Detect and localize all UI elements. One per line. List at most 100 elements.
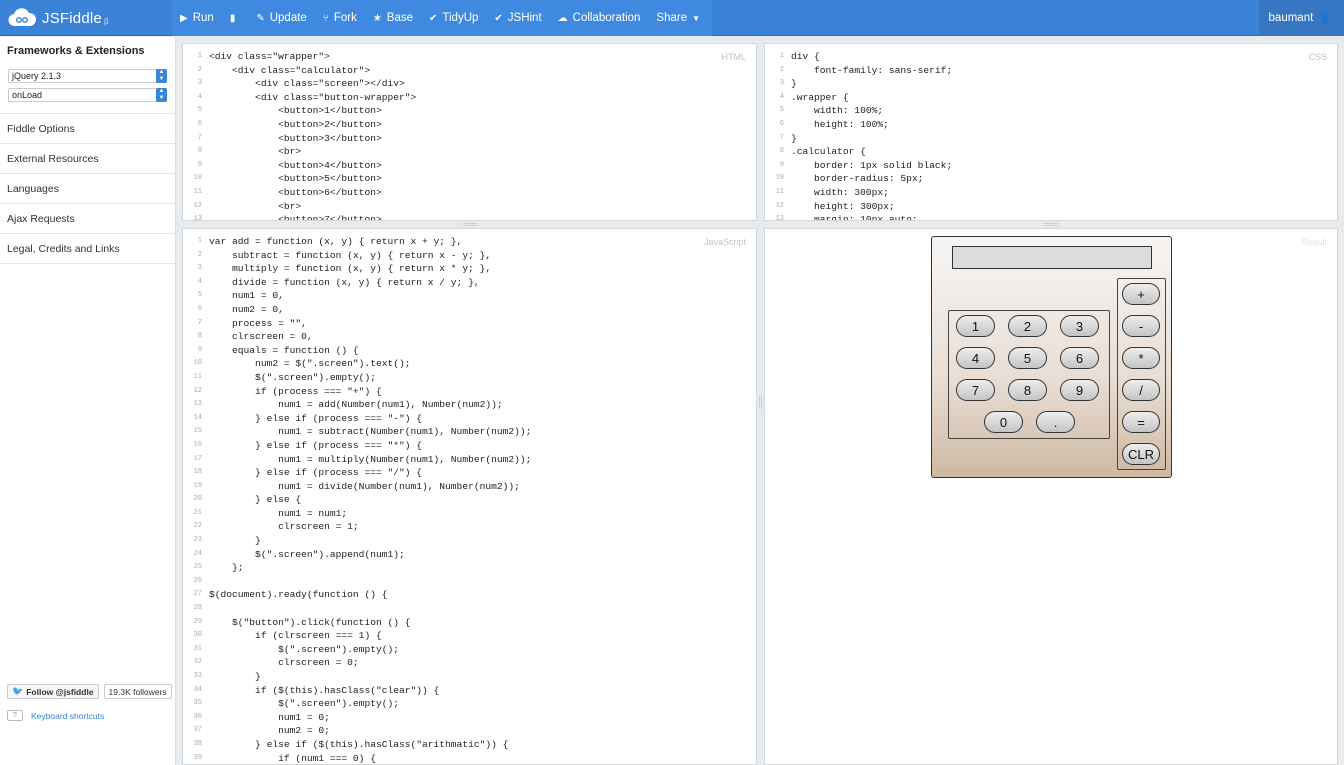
- user-menu[interactable]: baumant 👤: [1258, 0, 1344, 36]
- calc-operator-key[interactable]: CLR: [1122, 443, 1160, 465]
- calc-key[interactable]: 8: [1008, 379, 1047, 401]
- code-line[interactable]: 7 <button>3</button>: [183, 132, 756, 146]
- html-editor-panel[interactable]: 1 <div class="wrapper"> 2 <div class="calc…: [182, 43, 757, 221]
- calc-key[interactable]: 0: [984, 411, 1023, 433]
- horizontal-resize-handle[interactable]: [1044, 223, 1058, 226]
- css-editor-panel[interactable]: 1 div {2 font-family: sans-serif; 3} 4 .wrap…: [764, 43, 1338, 221]
- calc-operator-key[interactable]: =: [1122, 411, 1160, 433]
- code-line[interactable]: 4 divide = function (x, y) { return x / …: [183, 276, 756, 290]
- calc-key[interactable]: 6: [1060, 347, 1099, 369]
- code-line[interactable]: 14 } else if (process === "-") {: [183, 412, 756, 426]
- css-code[interactable]: 1 div {2 font-family: sans-serif; 3} 4 .wrap…: [765, 50, 1337, 220]
- share-button[interactable]: Share ▼: [648, 0, 712, 36]
- code-line[interactable]: 8 <br>: [183, 145, 756, 159]
- code-line[interactable]: 32 clrscreen = 0;: [183, 656, 756, 670]
- calc-key[interactable]: 4: [956, 347, 995, 369]
- base-button[interactable]: ★ Base: [365, 0, 421, 36]
- code-line[interactable]: 3 <div class="screen"></div>: [183, 77, 756, 91]
- code-line[interactable]: 17 num1 = multiply(Number(num1), Number(…: [183, 453, 756, 467]
- horizontal-resize-handle[interactable]: [463, 223, 477, 226]
- code-line[interactable]: 10 <button>5</button>: [183, 172, 756, 186]
- calc-key[interactable]: 5: [1008, 347, 1047, 369]
- code-line[interactable]: 20 } else {: [183, 493, 756, 507]
- code-line[interactable]: 4 .wrapper {: [765, 91, 1337, 105]
- calc-key[interactable]: .: [1036, 411, 1075, 433]
- jsfiddle-logo[interactable]: JSFiddle β: [8, 6, 109, 30]
- code-line[interactable]: 3}: [765, 77, 1337, 91]
- run-button[interactable]: ▶ Run: [172, 0, 222, 36]
- load-type-select[interactable]: onLoad ▲ ▼: [8, 88, 167, 102]
- code-line[interactable]: 11 width: 300px;: [765, 186, 1337, 200]
- code-line[interactable]: 9 <button>4</button>: [183, 159, 756, 173]
- code-line[interactable]: 27 $(document).ready(function () {: [183, 588, 756, 602]
- code-line[interactable]: 16 } else if (process === "*") {: [183, 439, 756, 453]
- code-line[interactable]: 5 width: 100%;: [765, 104, 1337, 118]
- code-line[interactable]: 5 <button>1</button>: [183, 104, 756, 118]
- code-line[interactable]: 2 <div class="calculator">: [183, 64, 756, 78]
- code-line[interactable]: 30 if (clrscreen === 1) {: [183, 629, 756, 643]
- sidebar-item-fiddle-options[interactable]: Fiddle Options: [0, 114, 175, 144]
- code-line[interactable]: 5 num1 = 0,: [183, 289, 756, 303]
- code-line[interactable]: 37 num2 = 0;: [183, 724, 756, 738]
- jshint-button[interactable]: ✔ JSHint: [486, 0, 549, 36]
- code-line[interactable]: 6 num2 = 0,: [183, 303, 756, 317]
- code-line[interactable]: 25 };: [183, 561, 756, 575]
- code-line[interactable]: 6 height: 100%;: [765, 118, 1337, 132]
- sidebar-item-legal[interactable]: Legal, Credits and Links: [0, 234, 175, 264]
- code-line[interactable]: 7}: [765, 132, 1337, 146]
- sidebar-item-external-resources[interactable]: External Resources: [0, 144, 175, 174]
- calc-key[interactable]: 9: [1060, 379, 1099, 401]
- code-line[interactable]: 4 <div class="button-wrapper">: [183, 91, 756, 105]
- calc-key[interactable]: 3: [1060, 315, 1099, 337]
- code-line[interactable]: 8 clrscreen = 0,: [183, 330, 756, 344]
- calc-key[interactable]: 1: [956, 315, 995, 337]
- update-button[interactable]: ✎ Update: [248, 0, 314, 36]
- sidebar-item-languages[interactable]: Languages: [0, 174, 175, 204]
- code-line[interactable]: 12 if (process === "+") {: [183, 385, 756, 399]
- code-line[interactable]: 28: [183, 602, 756, 616]
- js-code[interactable]: 1 var add = function (x, y) { return x + …: [183, 235, 756, 764]
- code-line[interactable]: 10 num2 = $(".screen").text();: [183, 357, 756, 371]
- code-line[interactable]: 15 num1 = subtract(Number(num1), Number(…: [183, 425, 756, 439]
- code-line[interactable]: 18 } else if (process === "/") {: [183, 466, 756, 480]
- code-line[interactable]: 9 equals = function () {: [183, 344, 756, 358]
- code-line[interactable]: 29 $("button").click(function () {: [183, 616, 756, 630]
- code-line[interactable]: 11 $(".screen").empty();: [183, 371, 756, 385]
- calc-operator-key[interactable]: +: [1122, 283, 1160, 305]
- code-line[interactable]: 19 num1 = divide(Number(num1), Number(nu…: [183, 480, 756, 494]
- code-line[interactable]: 22 clrscreen = 1;: [183, 520, 756, 534]
- code-line[interactable]: 8 .calculator {: [765, 145, 1337, 159]
- code-line[interactable]: 34 if ($(this).hasClass("clear")) {: [183, 684, 756, 698]
- tidyup-button[interactable]: ✔ TidyUp: [421, 0, 486, 36]
- code-line[interactable]: 2 font-family: sans-serif;: [765, 64, 1337, 78]
- code-line[interactable]: 33 }: [183, 670, 756, 684]
- code-line[interactable]: 12 height: 300px;: [765, 200, 1337, 214]
- code-line[interactable]: 12 <br>: [183, 200, 756, 214]
- code-line[interactable]: 9 border: 1px solid black;: [765, 159, 1337, 173]
- code-line[interactable]: 1 var add = function (x, y) { return x + …: [183, 235, 756, 249]
- js-editor-panel[interactable]: 1 var add = function (x, y) { return x + …: [182, 228, 757, 765]
- code-line[interactable]: 13 num1 = add(Number(num1), Number(num2)…: [183, 398, 756, 412]
- code-line[interactable]: 23 }: [183, 534, 756, 548]
- code-line[interactable]: 39 if (num1 === 0) {: [183, 752, 756, 764]
- code-line[interactable]: 21 num1 = num1;: [183, 507, 756, 521]
- calc-key[interactable]: 7: [956, 379, 995, 401]
- fork-button[interactable]: ⑂ Fork: [315, 0, 365, 36]
- code-line[interactable]: 6 <button>2</button>: [183, 118, 756, 132]
- code-line[interactable]: 1 <div class="wrapper">: [183, 50, 756, 64]
- code-line[interactable]: 36 num1 = 0;: [183, 711, 756, 725]
- code-line[interactable]: 11 <button>6</button>: [183, 186, 756, 200]
- follow-button[interactable]: 🐦 Follow @jsfiddle: [7, 684, 99, 699]
- code-line[interactable]: 24 $(".screen").append(num1);: [183, 548, 756, 562]
- code-line[interactable]: 13 <button>7</button>: [183, 213, 756, 220]
- calc-key[interactable]: 2: [1008, 315, 1047, 337]
- code-line[interactable]: 10 border-radius: 5px;: [765, 172, 1337, 186]
- html-code[interactable]: 1 <div class="wrapper"> 2 <div class="calc…: [183, 50, 756, 220]
- calc-operator-key[interactable]: *: [1122, 347, 1160, 369]
- vertical-resize-handle[interactable]: [759, 395, 762, 409]
- code-line[interactable]: 13 margin: 10px auto;: [765, 213, 1337, 220]
- calc-operator-key[interactable]: -: [1122, 315, 1160, 337]
- followers-count[interactable]: 19.3K followers: [103, 684, 172, 699]
- code-line[interactable]: 38 } else if ($(this).hasClass("arithmat…: [183, 738, 756, 752]
- code-line[interactable]: 35 $(".screen").empty();: [183, 697, 756, 711]
